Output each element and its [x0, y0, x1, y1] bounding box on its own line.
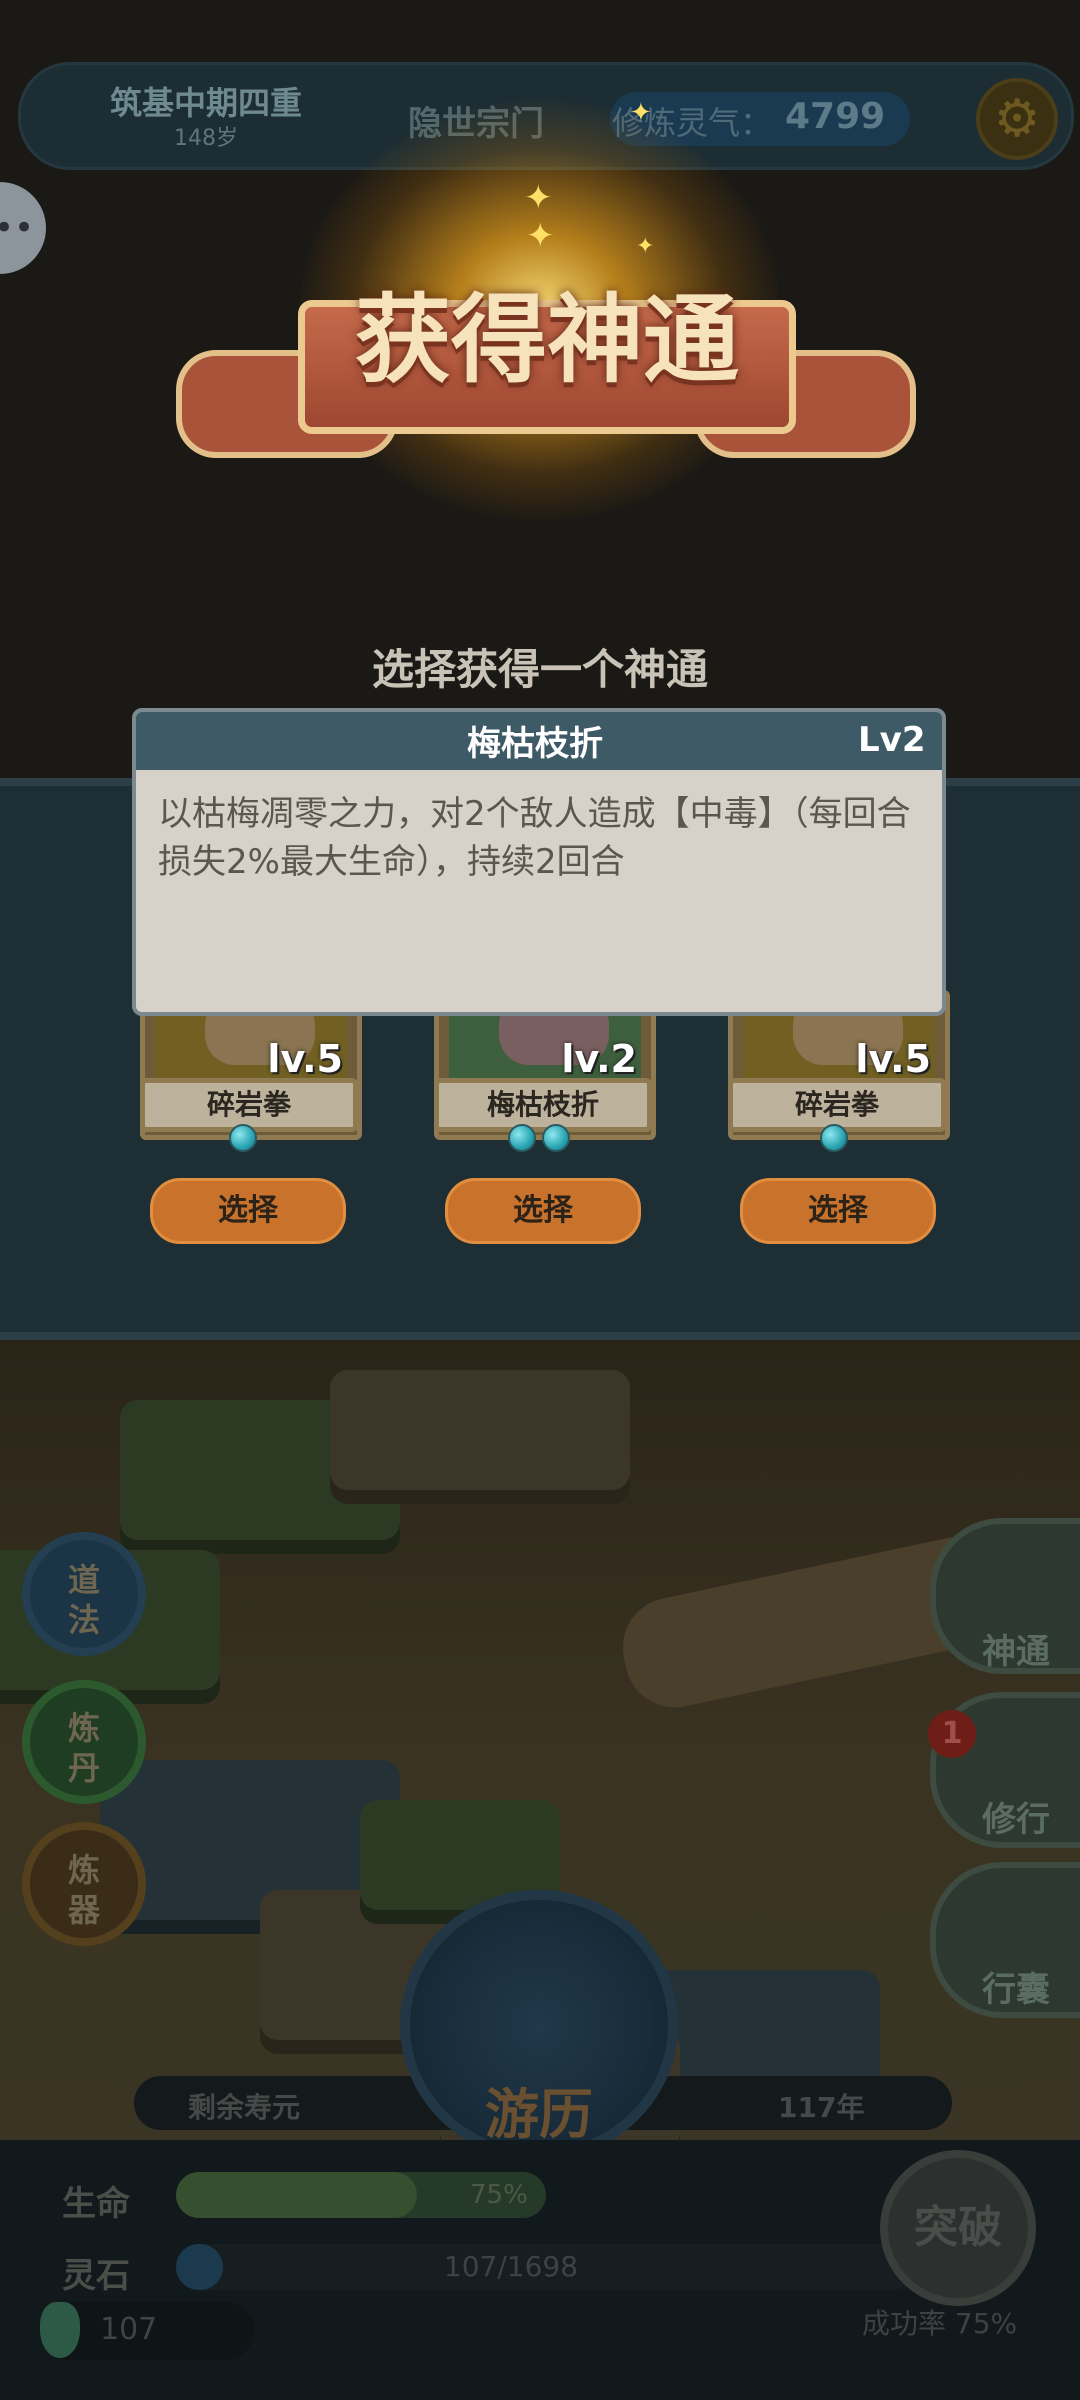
breakthrough-button[interactable]: 突破 — [880, 2150, 1036, 2306]
chat-bubble-icon[interactable]: •• — [0, 182, 46, 274]
choose-title: 选择获得一个神通 — [371, 645, 708, 694]
gem-slot-icon — [542, 1124, 570, 1152]
sparkle-icon: ✦ — [630, 98, 652, 128]
realm-age: 148岁 — [174, 126, 238, 151]
skill-tooltip-title: 梅枯枝折 — [467, 724, 603, 764]
skill-card-name: 梅枯枝折 — [434, 1078, 652, 1132]
xiuxing-label: 修行 — [982, 1800, 1050, 1840]
select-button-1[interactable]: 选择 — [150, 1178, 346, 1244]
skill-card-level: lv.5 — [855, 1037, 931, 1081]
skill-card-level: lv.5 — [267, 1037, 343, 1081]
shentong-label: 神通 — [982, 1632, 1050, 1672]
lian-qi-label: 炼 器 — [67, 1851, 100, 1929]
skill-tooltip-description: 以枯梅凋零之力，对2个敌人造成【中毒】（每回合损失2%最大生命），持续2回合 — [158, 794, 911, 882]
gear-icon[interactable]: ⚙ — [976, 78, 1058, 160]
spirit-stone-text: 107/1698 — [443, 2250, 579, 2283]
dao-fa-label: 道 法 — [67, 1561, 100, 1639]
banner-title: 获得神通 — [355, 283, 739, 396]
journey-label: 游历 — [485, 2083, 593, 2146]
jade-gem-icon — [40, 2302, 80, 2358]
success-rate: 成功率 75% — [862, 2307, 1018, 2340]
skill-card-name: 碎岩拳 — [140, 1078, 358, 1132]
spirit-stone-label: 灵石 — [62, 2256, 130, 2296]
dao-fa-button[interactable]: 道 法 — [22, 1532, 146, 1656]
hp-text: 75% — [470, 2180, 528, 2210]
gem-slot-icon — [229, 1124, 257, 1152]
sparkle-icon: ✦ — [636, 234, 655, 259]
xingnang-label: 行囊 — [982, 1970, 1050, 2010]
lifespan-label: 剩余寿元 — [188, 2091, 301, 2124]
breakthrough-label: 突破 — [914, 2202, 1002, 2253]
lian-dan-label: 炼 丹 — [67, 1709, 100, 1787]
lifespan-value: 117年 — [778, 2091, 865, 2124]
select-button-2[interactable]: 选择 — [445, 1178, 641, 1244]
gem-slot-icon — [508, 1124, 536, 1152]
gem-slot-icon — [820, 1124, 848, 1152]
select-button-3[interactable]: 选择 — [740, 1178, 936, 1244]
lian-qi-button[interactable]: 炼 器 — [22, 1822, 146, 1946]
spirit-value: 4799 — [785, 96, 886, 137]
notification-badge: 1 — [928, 1710, 976, 1758]
skill-card-level: lv.2 — [561, 1037, 637, 1081]
lian-dan-button[interactable]: 炼 丹 — [22, 1680, 146, 1804]
sparkle-icon: ✦ — [524, 178, 553, 218]
gem-value: 107 — [100, 2312, 158, 2347]
hp-bar-fill — [176, 2172, 417, 2218]
hp-label: 生命 — [62, 2184, 130, 2224]
sparkle-icon: ✦ — [526, 216, 555, 256]
skill-tooltip-level: Lv2 — [858, 720, 926, 760]
realm-name: 筑基中期四重 — [109, 84, 302, 122]
